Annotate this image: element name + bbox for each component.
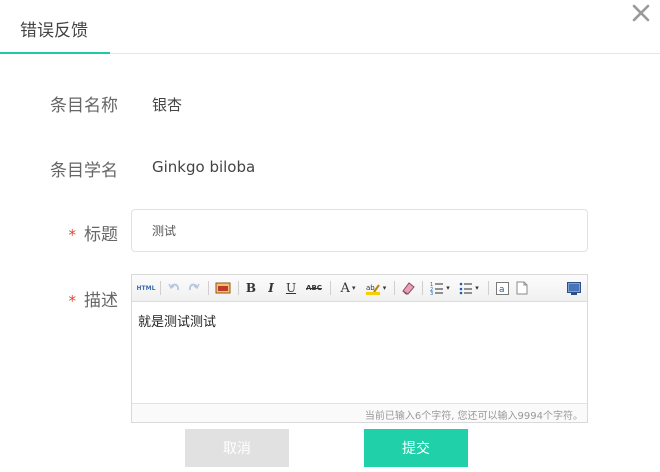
font-color-icon: A <box>340 280 350 296</box>
redo-button[interactable] <box>186 279 202 297</box>
underline-button[interactable]: U <box>284 279 298 297</box>
description-label-row: * 描述 <box>0 286 119 311</box>
title-input[interactable] <box>131 209 588 252</box>
description-editor-body[interactable]: 就是测试测试 <box>132 303 587 405</box>
eraser-icon <box>402 282 415 295</box>
cancel-button[interactable]: 取消 <box>185 429 289 467</box>
dialog-title-underline <box>0 52 110 54</box>
blank-page-icon <box>516 281 528 295</box>
blank-page-button[interactable] <box>514 279 530 297</box>
close-button[interactable] <box>630 2 652 24</box>
entry-name-value: 银杏 <box>152 96 183 114</box>
entry-sci-name-value: Ginkgo biloba <box>152 158 256 176</box>
title-label: 标题 <box>84 225 118 245</box>
preview-button[interactable] <box>566 279 582 297</box>
entry-name-label: 条目名称 <box>50 96 118 116</box>
bold-button[interactable]: B <box>244 279 258 297</box>
required-mark: * <box>68 226 77 244</box>
image-icon <box>215 282 231 294</box>
toolbar-separator <box>208 281 209 295</box>
highlight-button[interactable]: ab ▾ <box>364 279 388 297</box>
ordered-list-button[interactable]: 1 2 3 ▾ <box>428 279 452 297</box>
paste-text-icon: a <box>495 281 509 295</box>
unordered-list-icon <box>459 282 473 295</box>
title-label-row: * 标题 <box>0 220 119 245</box>
chevron-down-icon: ▾ <box>446 284 450 292</box>
html-source-icon: HTML <box>136 284 156 292</box>
dialog-header: 错误反馈 <box>0 0 660 54</box>
chevron-down-icon: ▾ <box>351 284 356 292</box>
toolbar-separator <box>160 281 161 295</box>
italic-button[interactable]: I <box>264 279 278 297</box>
rich-text-editor: HTML B I U ABC A ▾ ab ▾ 1 2 3 ▾ ▾ a 就是测试… <box>131 274 588 423</box>
dialog-title: 错误反馈 <box>20 21 88 41</box>
svg-text:3: 3 <box>430 291 433 295</box>
paste-text-button[interactable]: a <box>494 279 510 297</box>
toolbar-separator <box>488 281 489 295</box>
toolbar-separator <box>422 281 423 295</box>
toolbar-separator <box>330 281 331 295</box>
preview-icon <box>567 281 581 295</box>
close-icon <box>632 4 650 22</box>
svg-text:a: a <box>499 285 505 295</box>
editor-toolbar: HTML B I U ABC A ▾ ab ▾ 1 2 3 ▾ ▾ a <box>132 275 587 302</box>
entry-sci-name-label: 条目学名 <box>50 161 118 181</box>
required-mark: * <box>68 292 77 310</box>
chevron-down-icon: ▾ <box>475 284 479 292</box>
submit-button[interactable]: 提交 <box>364 429 468 467</box>
strikethrough-button[interactable]: ABC <box>304 279 324 297</box>
highlight-icon: ab <box>365 284 380 295</box>
html-source-button[interactable]: HTML <box>136 279 156 297</box>
chevron-down-icon: ▾ <box>382 284 387 292</box>
undo-button[interactable] <box>166 279 182 297</box>
undo-icon <box>168 283 180 291</box>
ordered-list-icon: 123 <box>430 282 444 295</box>
description-label: 描述 <box>84 291 118 311</box>
font-color-button[interactable]: A ▾ <box>336 279 360 297</box>
redo-icon <box>188 283 200 291</box>
toolbar-separator <box>238 281 239 295</box>
unordered-list-button[interactable]: ▾ <box>457 279 481 297</box>
toolbar-separator <box>394 281 395 295</box>
char-counter: 当前已输入6个字符, 您还可以输入9994个字符。 <box>132 403 587 422</box>
image-button[interactable] <box>214 279 232 297</box>
eraser-button[interactable] <box>400 279 416 297</box>
